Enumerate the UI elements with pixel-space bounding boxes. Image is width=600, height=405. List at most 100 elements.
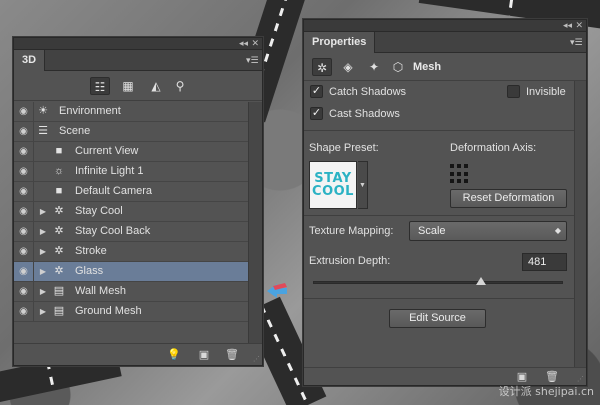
expand-arrow-icon[interactable]: ▶ bbox=[38, 202, 48, 221]
properties-section-label: Mesh bbox=[413, 61, 442, 73]
3d-layer-list: ◉ ☀ Environment ◉ ☰ Scene ◉ ■ Current View ◉ ☼ Infi… bbox=[14, 102, 248, 360]
deformation-axis-label: Deformation Axis: bbox=[450, 142, 537, 154]
extrusion-depth-input[interactable]: 481 bbox=[522, 253, 567, 271]
cap-tool-icon[interactable]: ✦ bbox=[364, 58, 384, 76]
properties-panel: ◂◂ ✕ Properties ▾☰ Mesh ✲ ◈ ✦ ⬡ ✓ Catch Sha… bbox=[303, 19, 587, 386]
plane-mesh-icon: ▤ bbox=[53, 285, 65, 297]
materials-filter-icon[interactable]: ◭ bbox=[146, 77, 166, 95]
layer-label: Default Camera bbox=[75, 185, 153, 197]
layer-row[interactable]: ◉ ■ Current View bbox=[14, 142, 248, 162]
trash-icon[interactable]: 🗑 bbox=[224, 347, 240, 363]
panel-tabbar: 3D ▾☰ bbox=[14, 50, 262, 71]
chevron-down-icon[interactable]: ▼ bbox=[358, 161, 368, 209]
eye-icon[interactable]: ◉ bbox=[14, 122, 34, 141]
render-icon[interactable]: ▣ bbox=[196, 347, 212, 363]
extrusion-depth-slider[interactable] bbox=[313, 281, 563, 284]
deformation-axis-grid[interactable] bbox=[450, 164, 470, 184]
mesh-icon: ✲ bbox=[54, 245, 64, 257]
tab-3d[interactable]: 3D bbox=[14, 50, 46, 71]
plane-mesh-icon: ▤ bbox=[53, 305, 65, 317]
eye-icon[interactable]: ◉ bbox=[14, 162, 34, 181]
properties-scrollbar[interactable] bbox=[574, 81, 586, 368]
add-light-icon[interactable]: 💡 bbox=[166, 347, 182, 363]
layer-label: Stay Cool Back bbox=[75, 225, 151, 237]
panel-menu-icon[interactable]: ▾☰ bbox=[570, 37, 583, 47]
double-chevron-left-icon[interactable]: ◂◂ bbox=[239, 38, 248, 49]
layer-row[interactable]: ◉ ▶ ▤ Wall Mesh bbox=[14, 282, 248, 302]
layer-row[interactable]: ◉ ☰ Scene bbox=[14, 122, 248, 142]
layer-label: Glass bbox=[75, 265, 104, 277]
texture-mapping-select[interactable]: Scale ◆ bbox=[409, 221, 567, 241]
watermark-text: 设计派 shejipai.cn bbox=[498, 385, 594, 398]
layer-row[interactable]: ◉ ■ Default Camera bbox=[14, 182, 248, 202]
expand-arrow-icon[interactable]: ▶ bbox=[38, 242, 48, 261]
edit-source-button[interactable]: Edit Source bbox=[389, 309, 486, 328]
panel-titlebar[interactable]: ◂◂ ✕ bbox=[304, 20, 586, 32]
deformation-tool-icon[interactable]: ◈ bbox=[338, 58, 358, 76]
double-chevron-left-icon[interactable]: ◂◂ bbox=[563, 20, 572, 31]
lights-filter-icon[interactable]: ⚲ bbox=[170, 77, 190, 95]
panel-menu-icon[interactable]: ▾☰ bbox=[246, 55, 259, 65]
layer-label: Wall Mesh bbox=[75, 285, 126, 297]
3d-panel: ◂◂ ✕ 3D ▾☰ ☷ ▦ ◭ ⚲ ◉ ☀ Environment ◉ ☰ Scene ◉ ■ Cu… bbox=[13, 37, 263, 366]
layer-row[interactable]: ◉ ☀ Environment bbox=[14, 102, 248, 122]
checkbox-icon[interactable]: ✓ bbox=[310, 85, 323, 98]
eye-icon[interactable]: ◉ bbox=[14, 182, 34, 201]
expand-arrow-icon[interactable]: ▶ bbox=[38, 222, 48, 241]
layer-label: Stroke bbox=[75, 245, 107, 257]
panel-titlebar[interactable]: ◂◂ ✕ bbox=[14, 38, 262, 50]
slider-thumb-icon[interactable] bbox=[475, 277, 486, 285]
extrusion-depth-label: Extrusion Depth: bbox=[309, 255, 391, 267]
checkbox-icon[interactable]: ✓ bbox=[310, 107, 323, 120]
layer-label: Environment bbox=[59, 105, 121, 117]
eye-icon[interactable]: ◉ bbox=[14, 222, 34, 241]
mesh-icon: ✲ bbox=[54, 205, 64, 217]
layer-row[interactable]: ◉ ▶ ✲ Stay Cool bbox=[14, 202, 248, 222]
light-icon: ☼ bbox=[53, 165, 65, 177]
expand-arrow-icon[interactable]: ▶ bbox=[38, 302, 48, 321]
background-arrow-decoration bbox=[267, 283, 287, 298]
close-icon[interactable]: ✕ bbox=[251, 38, 259, 49]
eye-icon[interactable]: ◉ bbox=[14, 262, 34, 281]
3d-panel-footer: 💡 ▣ 🗑 ⋰ bbox=[14, 343, 262, 365]
eye-icon[interactable]: ◉ bbox=[14, 282, 34, 301]
layer-row[interactable]: ◉ ▶ ✲ Stay Cool Back bbox=[14, 222, 248, 242]
texture-mapping-label: Texture Mapping: bbox=[309, 225, 394, 237]
shape-preset-label: Shape Preset: bbox=[309, 142, 379, 154]
layer-label: Ground Mesh bbox=[75, 305, 142, 317]
close-icon[interactable]: ✕ bbox=[575, 20, 583, 31]
mesh-icon: ✲ bbox=[54, 225, 64, 237]
checkbox-icon[interactable] bbox=[507, 85, 520, 98]
eye-icon[interactable]: ◉ bbox=[14, 142, 34, 161]
camera-icon: ■ bbox=[55, 145, 63, 157]
eye-icon[interactable]: ◉ bbox=[14, 202, 34, 221]
layer-row[interactable]: ◉ ▶ ✲ Stroke bbox=[14, 242, 248, 262]
eye-icon[interactable]: ◉ bbox=[14, 242, 34, 261]
expand-arrow-icon[interactable]: ▶ bbox=[38, 262, 48, 281]
mesh-tool-icon[interactable]: ✲ bbox=[312, 58, 332, 76]
meshes-filter-icon[interactable]: ▦ bbox=[118, 77, 138, 95]
layer-label: Stay Cool bbox=[75, 205, 123, 217]
divider bbox=[304, 298, 586, 299]
resize-grip-icon[interactable]: ⋰ bbox=[253, 355, 260, 363]
divider bbox=[304, 130, 586, 131]
updown-chevron-icon: ◆ bbox=[554, 226, 561, 235]
layer-label: Current View bbox=[75, 145, 139, 157]
camera-icon: ■ bbox=[55, 185, 63, 197]
panel-tabbar: Properties ▾☰ bbox=[304, 32, 586, 53]
expand-arrow-icon[interactable]: ▶ bbox=[38, 282, 48, 301]
eye-icon[interactable]: ◉ bbox=[14, 302, 34, 321]
layer-label: Scene bbox=[59, 125, 91, 137]
layer-row[interactable]: ◉ ▶ ✲ Glass bbox=[14, 262, 248, 282]
eye-icon[interactable]: ◉ bbox=[14, 102, 34, 121]
shape-preset-thumbnail[interactable]: STAY COOL bbox=[309, 161, 357, 209]
layer-row[interactable]: ◉ ☼ Infinite Light 1 bbox=[14, 162, 248, 182]
environment-icon: ☀ bbox=[38, 105, 48, 117]
whole-scene-filter-icon[interactable]: ☷ bbox=[90, 77, 110, 95]
layer-list-scrollbar[interactable] bbox=[248, 102, 262, 360]
resize-grip-icon[interactable]: ⋰ bbox=[577, 375, 584, 383]
reset-deformation-button[interactable]: Reset Deformation bbox=[450, 189, 567, 208]
layer-row[interactable]: ◉ ▶ ▤ Ground Mesh bbox=[14, 302, 248, 322]
coordinates-tool-icon[interactable]: ⬡ bbox=[388, 58, 408, 76]
tab-properties[interactable]: Properties bbox=[304, 32, 376, 53]
